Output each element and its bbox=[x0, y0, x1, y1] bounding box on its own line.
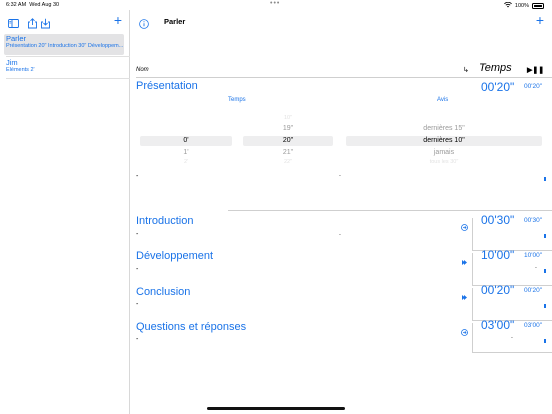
section-duration[interactable]: 03'00" bbox=[481, 318, 514, 332]
picker-second-value[interactable]: 20" bbox=[243, 137, 333, 144]
section-duration-small: 00'30" bbox=[524, 217, 543, 224]
section-name-developpement[interactable]: Développement bbox=[136, 250, 213, 262]
picker-second-value[interactable]: 21" bbox=[243, 149, 333, 156]
list-item-parler[interactable]: Parler Présentation 20" Introduction 30"… bbox=[4, 34, 124, 55]
row-dash: - bbox=[136, 301, 139, 308]
section-duration-small: 00'20" bbox=[524, 287, 543, 294]
row-dash: - bbox=[136, 266, 139, 273]
list-item-title: Jim bbox=[6, 58, 18, 67]
column-transition: ↳ bbox=[463, 67, 469, 74]
divider bbox=[472, 323, 473, 353]
column-nom: Nom bbox=[136, 67, 149, 73]
divider bbox=[6, 78, 130, 79]
divider bbox=[472, 253, 473, 285]
progress-tick bbox=[544, 177, 546, 181]
row-dot: . bbox=[511, 333, 513, 340]
picker-label-temps: Temps bbox=[228, 97, 246, 103]
detail-pane: Parler + Nom ↳ Temps ▶❚❚ Présentation 00… bbox=[131, 10, 552, 414]
progress-tick bbox=[544, 304, 546, 308]
row-dash: - bbox=[136, 231, 139, 238]
section-name-presentation[interactable]: Présentation bbox=[136, 80, 198, 92]
picker-avis-value[interactable]: jamais bbox=[346, 149, 542, 156]
progress-tick bbox=[544, 234, 546, 238]
section-name-questions[interactable]: Questions et réponses bbox=[136, 321, 246, 333]
share-icon[interactable] bbox=[27, 16, 38, 29]
status-time: 6:32 AM Wed Aug 30 bbox=[6, 2, 60, 8]
list-item-subtitle: Présentation 20" Introduction 30" Dévelo… bbox=[6, 43, 124, 49]
multitask-dots[interactable]: ••• bbox=[270, 0, 280, 7]
list-item-subtitle: Éléments 2' bbox=[6, 67, 35, 73]
row-dash: - bbox=[136, 336, 139, 343]
progress-tick bbox=[544, 269, 546, 273]
picker-minute-value[interactable]: 0' bbox=[140, 137, 232, 144]
wifi-icon bbox=[504, 1, 512, 10]
picker-second-value[interactable]: 10" bbox=[243, 115, 333, 121]
list-item-title: Parler bbox=[6, 34, 27, 43]
battery-icon bbox=[532, 3, 544, 9]
play-pause-button[interactable]: ▶❚❚ bbox=[527, 66, 544, 74]
home-indicator[interactable] bbox=[207, 407, 345, 410]
section-duration-small: 10'00" bbox=[524, 252, 543, 259]
picker-avis-value[interactable]: dernières 15" bbox=[346, 125, 542, 132]
status-right: 100% bbox=[504, 1, 544, 10]
row-dot: . bbox=[339, 171, 341, 178]
transition-circle-icon[interactable] bbox=[461, 323, 468, 336]
battery-percent: 100% bbox=[514, 3, 529, 9]
divider bbox=[472, 352, 552, 353]
picker-minute-value[interactable]: 1' bbox=[140, 149, 232, 156]
column-temps: Temps bbox=[479, 62, 512, 74]
section-name-conclusion[interactable]: Conclusion bbox=[136, 286, 190, 298]
transition-arrow-icon[interactable] bbox=[461, 288, 468, 300]
info-icon[interactable] bbox=[139, 16, 149, 29]
row-dot: . bbox=[535, 263, 537, 270]
sidebar-toolbar: + bbox=[0, 12, 130, 30]
section-duration-small: 03'00" bbox=[524, 322, 543, 329]
picker-minute-value[interactable]: 2' bbox=[140, 159, 232, 165]
list-item-jim[interactable]: Jim Éléments 2' bbox=[0, 58, 130, 79]
section-duration-small: 00'20" bbox=[524, 83, 543, 90]
sidebar-toggle-icon[interactable] bbox=[8, 16, 19, 28]
page-title: Parler bbox=[164, 17, 186, 26]
section-duration[interactable]: 00'20" bbox=[481, 80, 514, 94]
sidebar-add-button[interactable]: + bbox=[114, 12, 122, 28]
divider bbox=[472, 288, 473, 320]
picker-label-avis: Avis bbox=[437, 97, 449, 103]
divider bbox=[472, 218, 473, 250]
picker-second-value[interactable]: 19" bbox=[243, 125, 333, 132]
picker-second-value[interactable]: 22" bbox=[243, 159, 333, 165]
sidebar: + Parler Présentation 20" Introduction 3… bbox=[0, 10, 130, 414]
divider bbox=[136, 77, 552, 78]
divider bbox=[6, 56, 130, 57]
status-bar: 6:32 AM Wed Aug 30 ••• 100% bbox=[0, 0, 552, 10]
import-icon[interactable] bbox=[40, 16, 51, 29]
transition-arrow-icon[interactable] bbox=[461, 253, 468, 265]
picker-avis-value[interactable]: dernières 10" bbox=[346, 137, 542, 144]
section-duration[interactable]: 00'20" bbox=[481, 283, 514, 297]
divider bbox=[228, 210, 552, 211]
row-dot: . bbox=[339, 230, 341, 237]
section-name-introduction[interactable]: Introduction bbox=[136, 215, 193, 227]
progress-tick bbox=[544, 339, 546, 343]
add-section-button[interactable]: + bbox=[536, 13, 544, 27]
transition-circle-icon[interactable] bbox=[461, 218, 468, 231]
picker-avis-value[interactable]: tous les 30" bbox=[346, 159, 542, 165]
row-dash: - bbox=[136, 173, 139, 180]
section-duration[interactable]: 00'30" bbox=[481, 213, 514, 227]
section-duration[interactable]: 10'00" bbox=[481, 248, 514, 262]
